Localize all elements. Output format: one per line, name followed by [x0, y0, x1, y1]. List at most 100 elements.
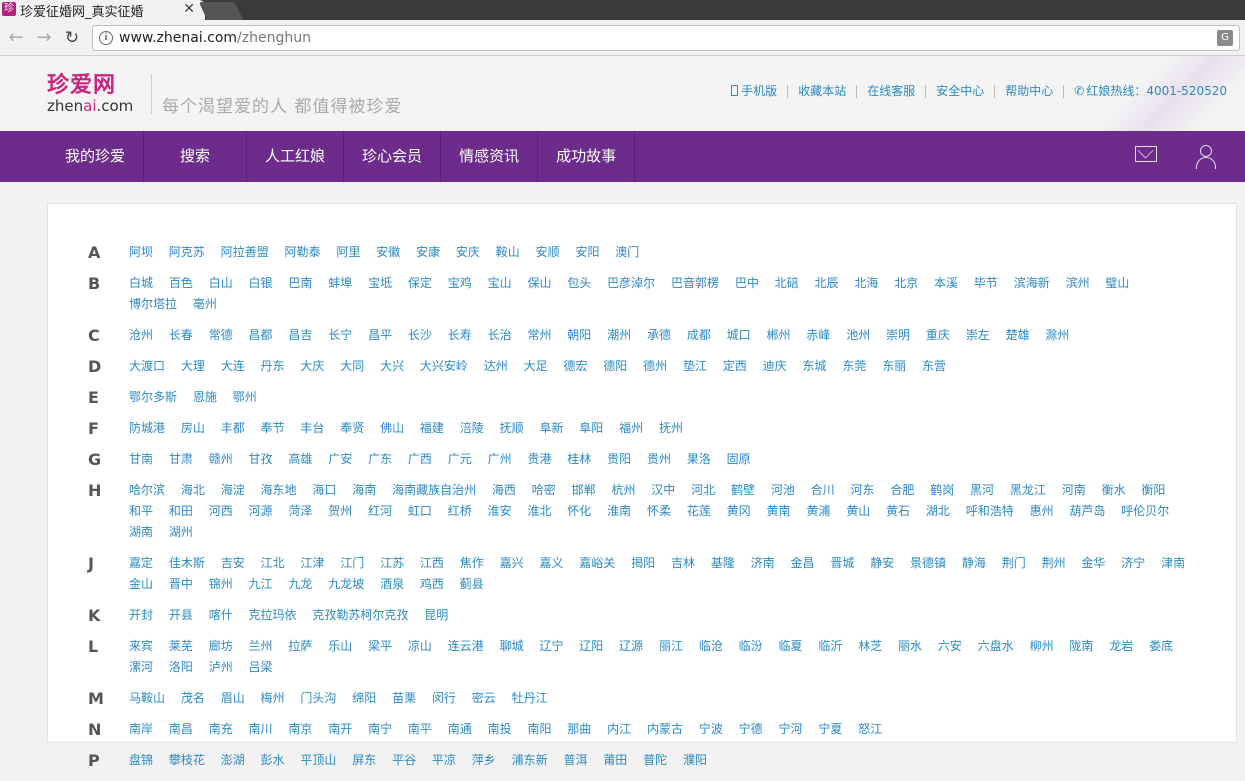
city-link[interactable]: 梁平	[368, 639, 392, 653]
city-link[interactable]: 大渡口	[129, 359, 165, 373]
city-link[interactable]: 江西	[420, 556, 444, 570]
city-link[interactable]: 锦州	[209, 577, 233, 591]
city-link[interactable]: 龙岩	[1109, 639, 1133, 653]
city-link[interactable]: 防城港	[129, 421, 165, 435]
hotline-link[interactable]: ✆ 红娘热线：4001-520520	[1064, 85, 1227, 98]
city-link[interactable]: 桂林	[567, 452, 591, 466]
city-link[interactable]: 河北	[691, 483, 715, 497]
city-link[interactable]: 吕梁	[249, 660, 273, 674]
city-link[interactable]: 河南	[1062, 483, 1086, 497]
city-link[interactable]: 保定	[408, 276, 432, 290]
city-link[interactable]: 潮州	[607, 328, 631, 342]
city-link[interactable]: 静安	[870, 556, 894, 570]
city-link[interactable]: 漯河	[129, 660, 153, 674]
city-link[interactable]: 盘锦	[129, 753, 153, 767]
translate-icon[interactable]: G	[1217, 30, 1233, 46]
city-link[interactable]: 怒江	[858, 722, 882, 736]
city-link[interactable]: 东莞	[842, 359, 866, 373]
city-link[interactable]: 葫芦岛	[1069, 504, 1105, 518]
city-link[interactable]: 柳州	[1030, 639, 1054, 653]
city-link[interactable]: 河西	[209, 504, 233, 518]
city-link[interactable]: 南川	[249, 722, 273, 736]
city-link[interactable]: 梅州	[261, 691, 285, 705]
city-link[interactable]: 广州	[488, 452, 512, 466]
city-link[interactable]: 阿勒泰	[285, 245, 321, 259]
city-link[interactable]: 滨州	[1066, 276, 1090, 290]
city-link[interactable]: 昌平	[368, 328, 392, 342]
city-link[interactable]: 红河	[368, 504, 392, 518]
city-link[interactable]: 莱芜	[169, 639, 193, 653]
back-arrow-icon[interactable]: ←	[6, 27, 26, 48]
city-link[interactable]: 澎湖	[221, 753, 245, 767]
city-link[interactable]: 抚州	[659, 421, 683, 435]
city-link[interactable]: 哈密	[532, 483, 556, 497]
city-link[interactable]: 白山	[209, 276, 233, 290]
city-link[interactable]: 甘孜	[249, 452, 273, 466]
city-link[interactable]: 福建	[420, 421, 444, 435]
city-link[interactable]: 重庆	[926, 328, 950, 342]
city-link[interactable]: 阿拉善盟	[221, 245, 269, 259]
city-link[interactable]: 萍乡	[472, 753, 496, 767]
city-link[interactable]: 宝山	[488, 276, 512, 290]
city-link[interactable]: 宁德	[739, 722, 763, 736]
city-link[interactable]: 河池	[771, 483, 795, 497]
city-link[interactable]: 宁夏	[818, 722, 842, 736]
city-link[interactable]: 黄冈	[727, 504, 751, 518]
city-link[interactable]: 金昌	[791, 556, 815, 570]
city-link[interactable]: 呼伦贝尔	[1121, 504, 1169, 518]
city-link[interactable]: 乐山	[328, 639, 352, 653]
city-link[interactable]: 长治	[488, 328, 512, 342]
city-link[interactable]: 吉安	[221, 556, 245, 570]
city-link[interactable]: 成都	[687, 328, 711, 342]
city-link[interactable]: 贵港	[527, 452, 551, 466]
city-link[interactable]: 大理	[181, 359, 205, 373]
city-link[interactable]: 滨海新	[1014, 276, 1050, 290]
city-link[interactable]: 蚌埠	[328, 276, 352, 290]
city-link[interactable]: 海口	[312, 483, 336, 497]
city-link[interactable]: 南平	[408, 722, 432, 736]
city-link[interactable]: 喀什	[209, 608, 233, 622]
city-link[interactable]: 黄南	[767, 504, 791, 518]
city-link[interactable]: 绵阳	[352, 691, 376, 705]
city-link[interactable]: 安庆	[456, 245, 480, 259]
city-link[interactable]: 巴南	[288, 276, 312, 290]
city-link[interactable]: 六安	[938, 639, 962, 653]
city-link[interactable]: 娄底	[1149, 639, 1173, 653]
city-link[interactable]: 鹤壁	[731, 483, 755, 497]
city-link[interactable]: 昌都	[249, 328, 273, 342]
city-link[interactable]: 宝坻	[368, 276, 392, 290]
city-link[interactable]: 楚雄	[1006, 328, 1030, 342]
city-link[interactable]: 广元	[448, 452, 472, 466]
city-link[interactable]: 巴音郭楞	[671, 276, 719, 290]
city-link[interactable]: 丽江	[659, 639, 683, 653]
city-link[interactable]: 茂名	[181, 691, 205, 705]
city-link[interactable]: 常州	[527, 328, 551, 342]
city-link[interactable]: 长寿	[448, 328, 472, 342]
city-link[interactable]: 黄山	[846, 504, 870, 518]
city-link[interactable]: 东丽	[882, 359, 906, 373]
city-link[interactable]: 沧州	[129, 328, 153, 342]
city-link[interactable]: 东营	[922, 359, 946, 373]
city-link[interactable]: 长沙	[408, 328, 432, 342]
city-link[interactable]: 红桥	[448, 504, 472, 518]
city-link[interactable]: 江津	[300, 556, 324, 570]
city-link[interactable]: 那曲	[567, 722, 591, 736]
city-link[interactable]: 承德	[647, 328, 671, 342]
city-link[interactable]: 眉山	[221, 691, 245, 705]
city-link[interactable]: 怀柔	[647, 504, 671, 518]
city-link[interactable]: 毕节	[974, 276, 998, 290]
city-link[interactable]: 辽宁	[539, 639, 563, 653]
city-link[interactable]: 本溪	[934, 276, 958, 290]
city-link[interactable]: 黄石	[886, 504, 910, 518]
city-link[interactable]: 赣州	[209, 452, 233, 466]
city-link[interactable]: 浦东新	[512, 753, 548, 767]
city-link[interactable]: 基隆	[711, 556, 735, 570]
city-link[interactable]: 海南藏族自治州	[392, 483, 476, 497]
reload-icon[interactable]: ↻	[62, 28, 82, 48]
city-link[interactable]: 赤峰	[806, 328, 830, 342]
city-link[interactable]: 澳门	[615, 245, 639, 259]
city-link[interactable]: 德州	[643, 359, 667, 373]
city-link[interactable]: 江门	[340, 556, 364, 570]
info-icon[interactable]: i	[99, 31, 113, 45]
city-link[interactable]: 杭州	[611, 483, 635, 497]
